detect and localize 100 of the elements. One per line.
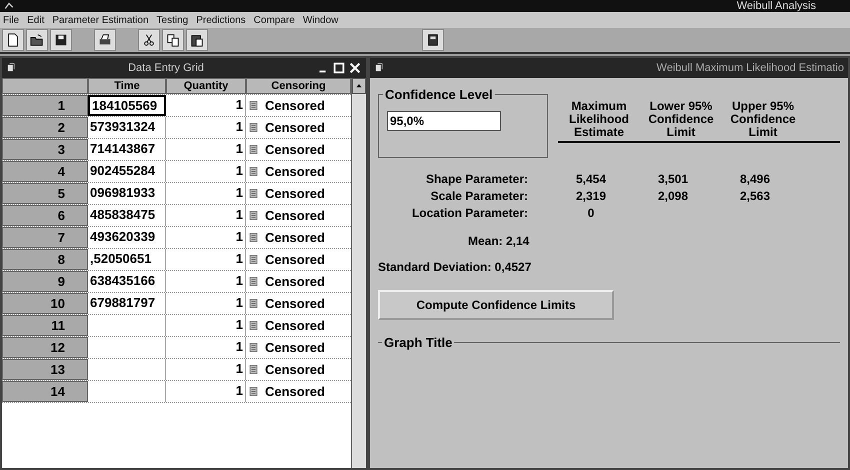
row-header[interactable]: 1 — [2, 95, 88, 116]
table-cell[interactable]: 1 — [166, 359, 246, 380]
parameter-value: 8,496 — [738, 172, 772, 186]
row-header[interactable]: 3 — [2, 139, 88, 160]
close-icon[interactable] — [348, 61, 362, 75]
list-icon[interactable] — [248, 253, 259, 266]
table-cell[interactable]: 1 — [166, 249, 246, 270]
row-header[interactable]: 9 — [2, 271, 88, 292]
list-icon[interactable] — [248, 187, 259, 200]
row-header[interactable]: 2 — [2, 117, 88, 138]
list-icon[interactable] — [248, 319, 259, 332]
table-cell[interactable]: Censored — [265, 98, 325, 113]
window-icon[interactable] — [426, 33, 440, 47]
list-icon[interactable] — [248, 209, 259, 222]
table-cell[interactable]: 1 — [166, 293, 246, 314]
group-label: Confidence Level — [383, 87, 495, 102]
table-cell[interactable]: 1 — [166, 381, 246, 402]
table-cell[interactable]: 573931324 — [88, 117, 166, 138]
table-cell[interactable]: 714143867 — [88, 139, 166, 160]
table-cell[interactable]: Censored — [265, 186, 325, 201]
table-cell[interactable]: 1 — [166, 337, 246, 358]
table-cell[interactable]: 096981933 — [88, 183, 166, 204]
table-cell[interactable]: 184105569 — [88, 95, 166, 116]
menu-item[interactable]: Testing — [156, 14, 188, 26]
list-icon[interactable] — [248, 231, 259, 244]
table-cell[interactable]: Censored — [265, 384, 325, 399]
list-icon[interactable] — [248, 363, 259, 376]
table-cell[interactable]: 1 — [166, 183, 246, 204]
table-cell[interactable]: 1 — [166, 117, 246, 138]
table-cell[interactable]: Censored — [265, 274, 325, 289]
menu-item[interactable]: Parameter Estimation — [52, 14, 149, 26]
menu-item[interactable]: File — [3, 14, 20, 26]
parameter-value: 2,563 — [738, 189, 772, 203]
table-cell[interactable]: 493620339 — [88, 227, 166, 248]
column-header[interactable]: Time — [88, 78, 166, 94]
list-icon[interactable] — [248, 385, 259, 398]
menu-item[interactable]: Predictions — [196, 14, 246, 26]
table-cell[interactable]: 1 — [166, 95, 246, 116]
parameter-label: Location Parameter: — [410, 206, 529, 220]
table-cell[interactable]: Censored — [265, 164, 325, 179]
table-cell[interactable]: 1 — [166, 315, 246, 336]
list-icon[interactable] — [248, 165, 259, 178]
compute-button[interactable]: Compute Confidence Limits — [378, 290, 614, 320]
row-header[interactable]: 10 — [2, 293, 88, 314]
row-header[interactable]: 4 — [2, 161, 88, 182]
parameter-label: Scale Parameter: — [430, 189, 529, 203]
parameter-value: 0 — [586, 206, 596, 220]
table-cell[interactable]: 1 — [166, 161, 246, 182]
window-title: Weibull Maximum Likelihood Estimatio — [656, 62, 844, 74]
table-cell[interactable]: 1 — [166, 139, 246, 160]
window-title: Weibull Analysis — [736, 0, 817, 12]
row-header[interactable]: 14 — [2, 381, 88, 402]
table-cell[interactable]: 1 — [166, 205, 246, 226]
column-header: Maximum Likelihood Estimate — [568, 100, 630, 141]
maximize-icon[interactable] — [332, 61, 346, 75]
table-cell[interactable]: Censored — [265, 252, 325, 267]
table-cell[interactable]: 679881797 — [88, 293, 166, 314]
column-header: Upper 95% Confidence Limit — [729, 100, 797, 141]
table-cell[interactable]: Censored — [265, 318, 325, 333]
paste-icon[interactable] — [190, 33, 204, 47]
row-header[interactable]: 11 — [2, 315, 88, 336]
list-icon[interactable] — [248, 275, 259, 288]
print-icon[interactable] — [98, 33, 112, 47]
table-cell[interactable]: Censored — [265, 340, 325, 355]
list-icon[interactable] — [248, 143, 259, 156]
table-cell[interactable]: Censored — [265, 296, 325, 311]
table-cell[interactable]: Censored — [265, 230, 325, 245]
table-cell[interactable]: 902455284 — [88, 161, 166, 182]
save-icon[interactable] — [54, 33, 68, 47]
table-cell[interactable]: Censored — [265, 120, 325, 135]
list-icon[interactable] — [248, 341, 259, 354]
row-header[interactable]: 7 — [2, 227, 88, 248]
table-cell[interactable]: ,52050651 — [88, 249, 166, 270]
menu-item[interactable]: Compare — [254, 14, 295, 26]
table-cell[interactable]: Censored — [265, 362, 325, 377]
parameter-label: Shape Parameter: — [424, 172, 529, 186]
table-cell[interactable]: Censored — [265, 208, 325, 223]
menu-item[interactable]: Edit — [27, 14, 44, 26]
row-header[interactable]: 12 — [2, 337, 88, 358]
copy-icon[interactable] — [166, 33, 180, 47]
input-field[interactable]: 95,0% — [387, 111, 501, 131]
parameter-value: 2,098 — [656, 189, 690, 203]
cut-icon[interactable] — [142, 33, 156, 47]
list-icon[interactable] — [248, 99, 259, 112]
new-file-icon[interactable] — [6, 33, 20, 47]
list-icon[interactable] — [248, 297, 259, 310]
menu-item[interactable]: Window — [302, 14, 338, 26]
table-cell[interactable]: 638435166 — [88, 271, 166, 292]
open-folder-icon[interactable] — [30, 33, 44, 47]
column-header[interactable]: Censoring — [246, 78, 351, 94]
column-header[interactable]: Quantity — [166, 78, 246, 94]
table-cell[interactable]: 1 — [166, 227, 246, 248]
row-header[interactable]: 8 — [2, 249, 88, 270]
row-header[interactable]: 5 — [2, 183, 88, 204]
row-header[interactable]: 6 — [2, 205, 88, 226]
table-cell[interactable]: Censored — [265, 142, 325, 157]
list-icon[interactable] — [248, 121, 259, 134]
row-header[interactable]: 13 — [2, 359, 88, 380]
table-cell[interactable]: 1 — [166, 271, 246, 292]
table-cell[interactable]: 485838475 — [88, 205, 166, 226]
